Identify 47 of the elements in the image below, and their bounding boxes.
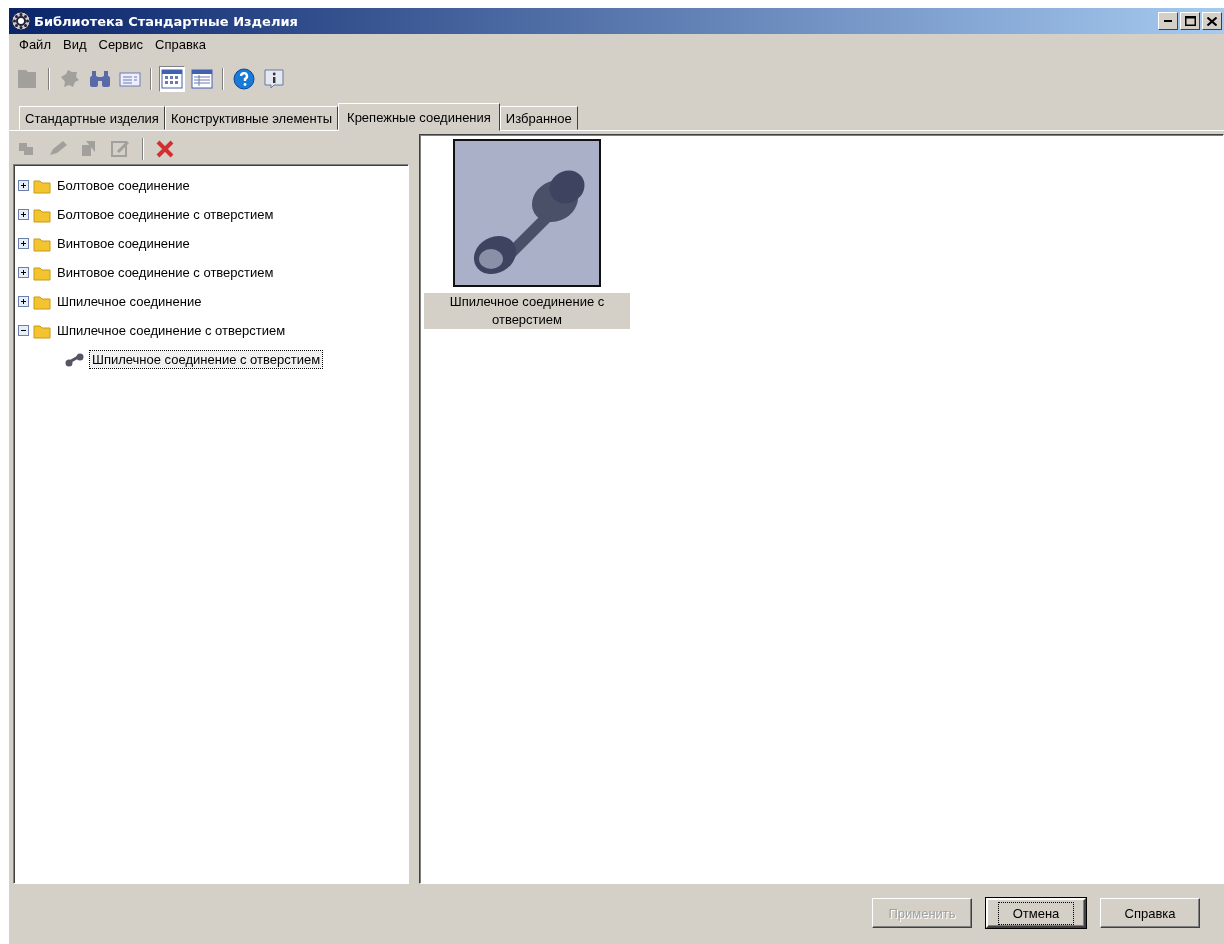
tab[interactable]: Избранное xyxy=(499,106,578,130)
folder-icon xyxy=(33,206,51,223)
maximize-button[interactable] xyxy=(1180,12,1200,30)
info-icon xyxy=(262,67,286,91)
tree-item[interactable]: Винтовое соединение с отверстием xyxy=(55,264,276,281)
tree-item[interactable]: Винтовое соединение xyxy=(55,235,192,252)
item-label[interactable]: Шпилечное соединение с отверстием xyxy=(424,293,630,329)
bolt-drawing[interactable] xyxy=(453,139,601,287)
close-button[interactable] xyxy=(1202,12,1222,30)
tree-item[interactable]: Шпилечное соединение с отверстием xyxy=(90,351,323,368)
help-icon xyxy=(232,67,256,91)
help-button[interactable] xyxy=(231,66,257,92)
bearing-icon xyxy=(11,11,31,31)
minimize-button[interactable] xyxy=(1158,12,1178,30)
tree-item[interactable]: Болтовое соединение xyxy=(55,177,192,194)
dialog-button[interactable]: Отмена xyxy=(986,898,1086,928)
tab[interactable]: Конструктивные элементы xyxy=(164,106,339,130)
grid-view-button[interactable] xyxy=(159,66,185,92)
bolt-icon xyxy=(64,351,86,368)
tree-item[interactable]: Шпилечное соединение с отверстием xyxy=(55,322,288,339)
dialog-button[interactable]: Справка xyxy=(1100,898,1200,928)
expand-icon[interactable] xyxy=(18,296,29,307)
menu-item[interactable]: Вид xyxy=(56,37,93,55)
folder-icon xyxy=(33,322,51,339)
tree-item[interactable]: Шпилечное соединение xyxy=(55,293,204,310)
folder-icon xyxy=(33,177,51,194)
folder-icon xyxy=(33,264,51,281)
table-view-icon xyxy=(190,67,214,91)
expand-icon[interactable] xyxy=(18,180,29,191)
tree-item[interactable]: Болтовое соединение с отверстием xyxy=(55,206,276,223)
grid-view-icon xyxy=(160,67,184,91)
menu-item[interactable]: Файл xyxy=(13,37,57,55)
folder-icon xyxy=(33,235,51,252)
table-view-button[interactable] xyxy=(189,66,215,92)
minimize-icon xyxy=(1164,20,1172,22)
expand-icon[interactable] xyxy=(18,238,29,249)
menu-item[interactable]: Сервис xyxy=(92,37,150,55)
tab[interactable]: Стандартные изделия xyxy=(19,106,165,130)
collapse-icon[interactable] xyxy=(18,325,29,336)
expand-icon[interactable] xyxy=(18,209,29,220)
expand-icon[interactable] xyxy=(18,267,29,278)
menu-item[interactable]: Справка xyxy=(149,37,213,55)
folder-icon xyxy=(33,293,51,310)
close-icon xyxy=(1207,16,1217,26)
maximize-icon xyxy=(1184,16,1196,26)
tab[interactable]: Крепежные соединения xyxy=(338,103,500,131)
window-title: Библиотека Стандартные Изделия xyxy=(34,13,299,29)
